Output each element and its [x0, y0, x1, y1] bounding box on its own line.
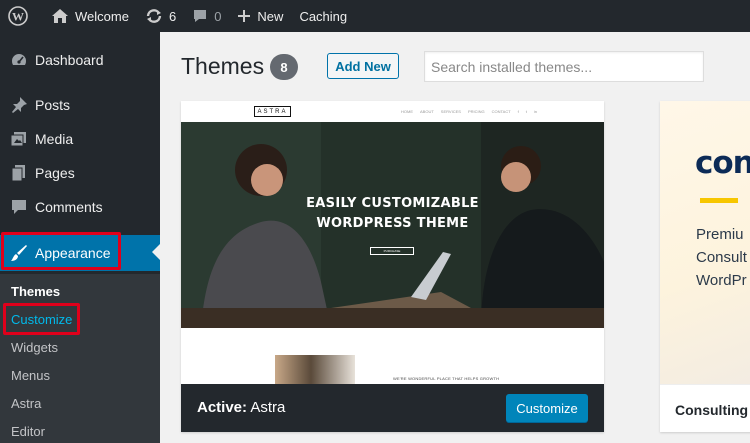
submenu-item-editor[interactable]: Editor — [11, 424, 45, 439]
sidebar-item-label: Media — [35, 131, 74, 147]
site-name: Welcome — [75, 8, 129, 24]
theme-name: Astra — [250, 399, 286, 416]
new-content-link[interactable]: New — [229, 0, 291, 32]
highlight-box — [1, 232, 121, 270]
pages-icon — [0, 164, 36, 182]
site-name-link[interactable]: Welcome — [43, 0, 137, 32]
theme-name-bar: Consulting — [660, 384, 750, 432]
screenshot-lower-section: WE'RE WONDERFUL PLACE THAT HELPS GROWTH — [181, 328, 604, 384]
svg-text:W: W — [12, 10, 24, 24]
highlight-box — [3, 303, 80, 335]
caching-label: Caching — [299, 8, 348, 24]
sidebar-item-dashboard[interactable]: Dashboard — [0, 43, 160, 77]
comment-icon — [194, 10, 207, 22]
updates-link[interactable]: 6 — [137, 0, 184, 32]
nav-link: CONTACT — [491, 109, 511, 114]
wordpress-logo-icon[interactable]: W — [0, 0, 43, 32]
sidebar-item-label: Comments — [35, 199, 103, 215]
theme-screenshot: con Premiu Consult WordPr — [660, 101, 750, 384]
sidebar-item-label: Dashboard — [35, 52, 104, 68]
nav-link: PRICING — [467, 109, 485, 114]
tagline-line-1: Premiu — [696, 226, 744, 243]
hero-line-2: WORDPRESS THEME — [316, 216, 469, 231]
sidebar-item-posts[interactable]: Posts — [0, 88, 160, 122]
add-new-button[interactable]: Add New — [327, 53, 399, 79]
screenshot-lower-text: WE'RE WONDERFUL PLACE THAT HELPS GROWTH — [393, 376, 500, 381]
comment-icon — [0, 198, 36, 216]
appearance-submenu: Themes Customize Widgets Menus Astra Edi… — [0, 274, 160, 443]
page-title: Themes — [181, 53, 265, 79]
hero-button: PURCHASE — [370, 247, 414, 255]
screenshot-hero-image: EASILY CUSTOMIZABLE WORDPRESS THEME PURC… — [181, 122, 604, 328]
pin-icon — [0, 96, 36, 114]
tagline-line-3: WordPr — [696, 272, 747, 289]
theme-screenshot: ASTRA HOME ABOUT SERVICES PRICING CONTAC… — [181, 101, 604, 384]
submenu-item-menus[interactable]: Menus — [11, 368, 50, 383]
theme-card-consulting[interactable]: con Premiu Consult WordPr Consulting — [660, 101, 750, 432]
comments-count: 0 — [214, 8, 222, 24]
customize-button[interactable]: Customize — [506, 394, 588, 422]
sidebar-item-pages[interactable]: Pages — [0, 156, 160, 190]
nav-link: t — [525, 109, 527, 114]
admin-sidebar: Dashboard Posts Media Pages Comments App… — [0, 32, 160, 443]
theme-count-badge: 8 — [270, 54, 298, 80]
submenu-item-astra[interactable]: Astra — [11, 396, 41, 411]
screenshot-lower-image — [275, 355, 355, 384]
caching-link[interactable]: Caching — [291, 0, 355, 32]
sidebar-item-comments[interactable]: Comments — [0, 190, 160, 224]
nav-link: ABOUT — [420, 109, 434, 114]
hero-headline: EASILY CUSTOMIZABLE WORDPRESS THEME — [181, 194, 604, 234]
nav-link: in — [533, 109, 538, 114]
consulting-tagline: Premiu Consult WordPr — [696, 223, 747, 292]
new-label: New — [257, 8, 284, 24]
hero-line-1: EASILY CUSTOMIZABLE — [306, 196, 479, 211]
accent-dash — [700, 198, 738, 203]
updates-count: 6 — [168, 8, 177, 24]
nav-link: f — [517, 109, 519, 114]
screenshot-nav-links: HOME ABOUT SERVICES PRICING CONTACT f t … — [401, 109, 537, 114]
theme-name: Consulting — [675, 402, 749, 418]
active-theme-label: Active: Astra — [197, 399, 285, 416]
search-input[interactable] — [424, 51, 704, 82]
sidebar-item-label: Posts — [35, 97, 71, 113]
theme-name-bar: Active: Astra Customize — [181, 384, 604, 432]
sidebar-item-label: Pages — [35, 165, 75, 181]
screenshot-nav: ASTRA HOME ABOUT SERVICES PRICING CONTAC… — [181, 101, 604, 122]
submenu-item-widgets[interactable]: Widgets — [11, 340, 58, 355]
updates-icon — [146, 9, 162, 23]
admin-bar: W Welcome 6 0 New Caching — [0, 0, 750, 32]
theme-card-active[interactable]: ASTRA HOME ABOUT SERVICES PRICING CONTAC… — [181, 101, 604, 432]
home-icon — [52, 9, 68, 23]
plus-icon — [238, 10, 251, 22]
nav-link: SERVICES — [440, 109, 461, 114]
dashboard-icon — [0, 51, 36, 69]
submenu-item-themes[interactable]: Themes — [11, 284, 60, 299]
media-icon — [0, 130, 36, 148]
nav-link: HOME — [401, 109, 413, 114]
screenshot-logo: ASTRA — [254, 106, 291, 117]
active-prefix: Active: — [197, 399, 248, 416]
tagline-line-2: Consult — [696, 249, 747, 266]
comments-link[interactable]: 0 — [184, 0, 229, 32]
consulting-logo: con — [695, 145, 750, 181]
sidebar-item-media[interactable]: Media — [0, 122, 160, 156]
